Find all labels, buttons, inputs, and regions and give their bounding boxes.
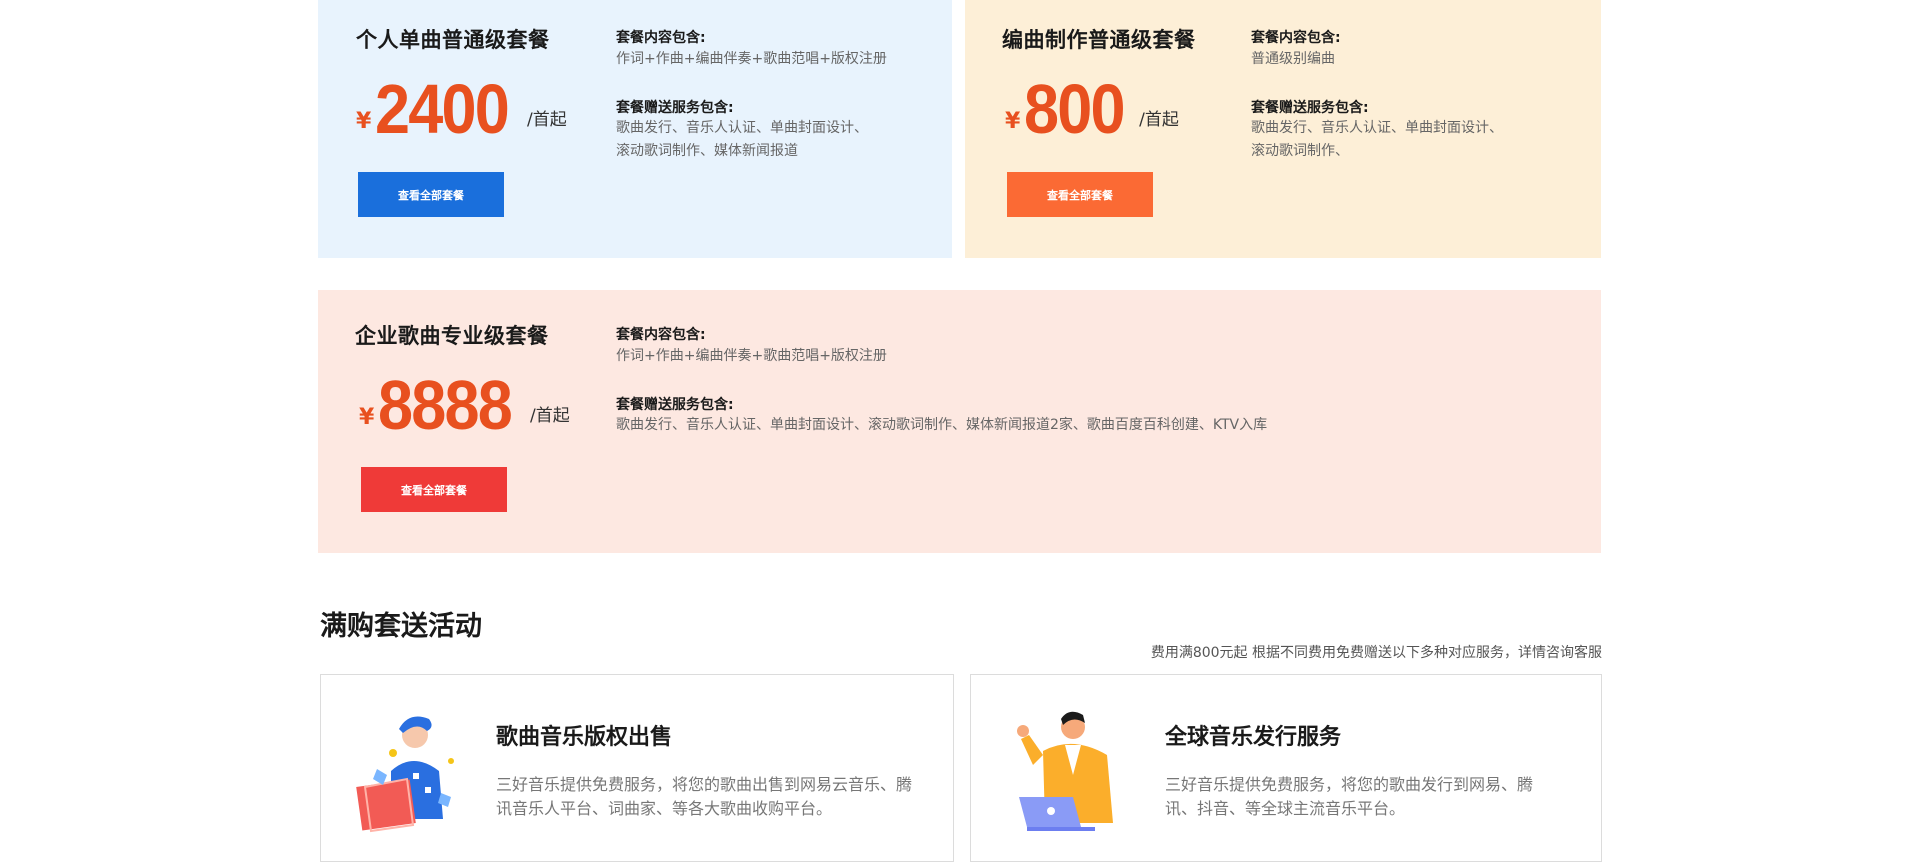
currency-symbol: ¥ [356, 109, 372, 134]
price-value: 2400 [375, 70, 510, 148]
currency-symbol: ¥ [359, 405, 375, 430]
gift-label: 套餐赠送服务包含: [616, 397, 734, 413]
currency-symbol: ¥ [1005, 109, 1021, 134]
gift-line: 歌曲发行、音乐人认证、单曲封面设计、滚动歌词制作、媒体新闻报道2家、歌曲百度百科… [616, 417, 1268, 433]
view-all-packages-button[interactable]: 查看全部套餐 [361, 467, 507, 512]
package-title: 编曲制作普通级套餐 [1002, 28, 1196, 52]
service-description: 三好音乐提供免费服务，将您的歌曲出售到网易云音乐、腾讯音乐人平台、词曲家、等各大… [496, 775, 913, 818]
package-price: ¥ 2400 /首起 [356, 70, 567, 148]
package-title: 企业歌曲专业级套餐 [355, 324, 549, 348]
gift-line: 滚动歌词制作、媒体新闻报道 [616, 143, 798, 159]
promo-title: 满购套送活动 [320, 611, 482, 642]
content-text: 普通级别编曲 [1251, 51, 1335, 67]
package-title: 个人单曲普通级套餐 [356, 28, 550, 52]
content-label: 套餐内容包含: [1251, 30, 1341, 46]
price-unit: /首起 [1139, 110, 1179, 130]
package-price: ¥ 800 /首起 [1005, 70, 1179, 148]
content-text: 作词+作曲+编曲伴奏+歌曲范唱+版权注册 [616, 51, 887, 67]
gift-label: 套餐赠送服务包含: [1251, 100, 1369, 116]
gift-line: 歌曲发行、音乐人认证、单曲封面设计、 [1251, 120, 1503, 136]
service-title: 歌曲音乐版权出售 [496, 725, 673, 750]
price-unit: /首起 [527, 110, 567, 130]
service-title: 全球音乐发行服务 [1165, 725, 1342, 750]
content-label: 套餐内容包含: [616, 327, 706, 343]
content-text: 作词+作曲+编曲伴奏+歌曲范唱+版权注册 [616, 348, 887, 364]
content-label: 套餐内容包含: [616, 30, 706, 46]
global-release-illustration [1017, 711, 1113, 831]
price-value: 800 [1024, 70, 1126, 148]
service-card-copyright-sale[interactable]: 歌曲音乐版权出售 三好音乐提供免费服务，将您的歌曲出售到网易云音乐、腾讯音乐人平… [320, 674, 954, 862]
package-card-enterprise: 企业歌曲专业级套餐 ¥ 8888 /首起 查看全部套餐 套餐内容包含: 作词+作… [318, 290, 1601, 553]
gift-line: 歌曲发行、音乐人认证、单曲封面设计、 [616, 120, 868, 136]
service-description: 三好音乐提供免费服务，将您的歌曲发行到网易、腾讯、抖音、等全球主流音乐平台。 [1165, 775, 1534, 818]
gift-line: 滚动歌词制作、 [1251, 143, 1349, 159]
price-unit: /首起 [530, 406, 570, 426]
gift-label: 套餐赠送服务包含: [616, 100, 734, 116]
promo-subtitle: 费用满800元起 根据不同费用免费赠送以下多种对应服务，详情咨询客服 [1150, 645, 1602, 661]
music-copyright-illustration [356, 716, 454, 833]
package-price: ¥ 8888 /首起 [359, 366, 570, 444]
package-card-arrangement: 编曲制作普通级套餐 ¥ 800 /首起 查看全部套餐 套餐内容包含: 普通级别编… [965, 0, 1601, 258]
view-all-packages-button[interactable]: 查看全部套餐 [1007, 172, 1153, 217]
view-all-packages-button[interactable]: 查看全部套餐 [358, 172, 504, 217]
package-card-personal: 个人单曲普通级套餐 ¥ 2400 /首起 查看全部套餐 套餐内容包含: 作词+作… [318, 0, 952, 258]
service-card-global-release[interactable]: 全球音乐发行服务 三好音乐提供免费服务，将您的歌曲发行到网易、腾讯、抖音、等全球… [970, 674, 1602, 862]
price-value: 8888 [378, 366, 513, 444]
